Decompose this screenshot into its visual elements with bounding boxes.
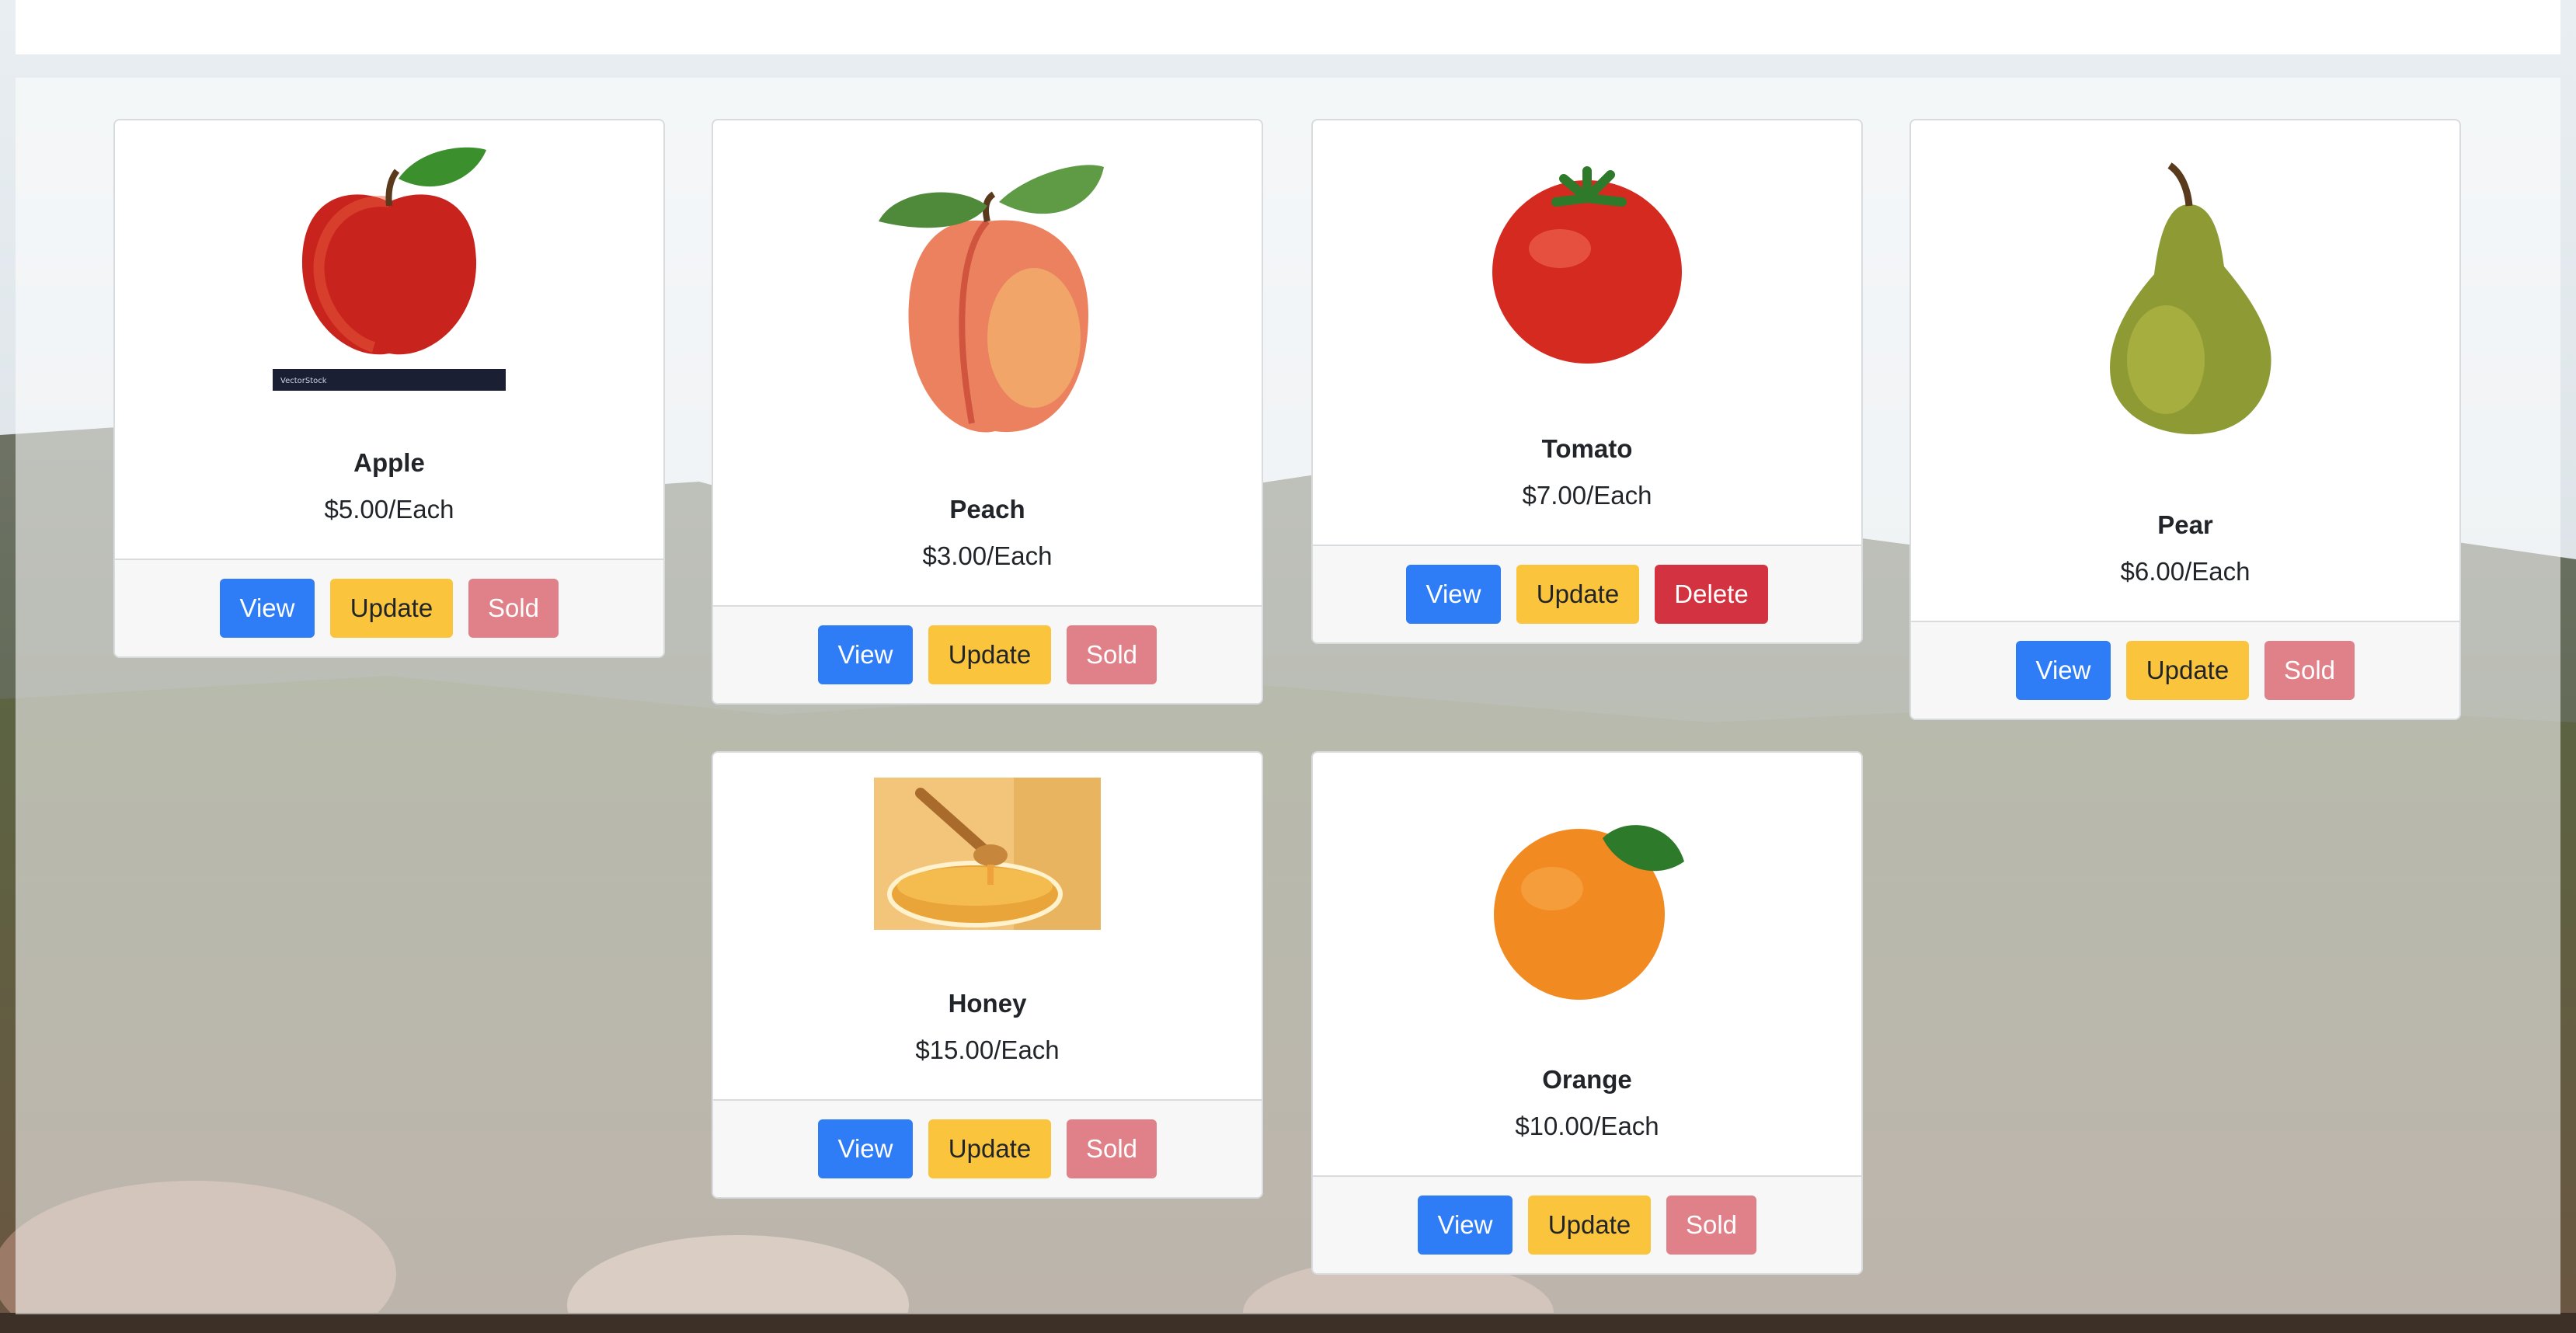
orange-image [1494, 825, 1684, 1000]
pear-image [2110, 162, 2271, 435]
product-card: Peach $3.00/Each View Update Sold [712, 119, 1263, 705]
product-price: $15.00/Each [915, 1035, 1060, 1064]
card-body: VectorStock Apple $5.00/Each [115, 120, 663, 560]
update-button[interactable]: Update [928, 625, 1051, 684]
view-button[interactable]: View [1418, 1196, 1513, 1255]
update-button[interactable]: Update [330, 579, 453, 638]
delete-button[interactable]: Delete [1655, 565, 1768, 624]
view-button[interactable]: View [1406, 565, 1501, 624]
card-body: Orange $10.00/Each [1313, 753, 1861, 1177]
product-price: $5.00/Each [324, 495, 454, 524]
update-button[interactable]: Update [928, 1119, 1051, 1178]
sold-button[interactable]: Sold [1666, 1196, 1756, 1255]
card-body: Peach $3.00/Each [713, 120, 1262, 607]
svg-text:VectorStock: VectorStock [280, 377, 327, 385]
update-button[interactable]: Update [1528, 1196, 1651, 1255]
sold-button[interactable]: Sold [1067, 1119, 1157, 1178]
apple-image: VectorStock [273, 147, 506, 391]
card-body: Honey $15.00/Each [713, 753, 1262, 1101]
card-footer: View Update Sold [713, 1099, 1262, 1197]
product-card: Orange $10.00/Each View Update Sold [1311, 751, 1863, 1275]
product-name: Honey [948, 989, 1027, 1018]
top-navbar [16, 0, 2560, 54]
update-button[interactable]: Update [1516, 565, 1639, 624]
view-button[interactable]: View [818, 1119, 913, 1178]
product-name: Peach [949, 495, 1025, 524]
card-body: Pear $6.00/Each [1911, 120, 2459, 622]
product-name: Orange [1542, 1065, 1632, 1094]
honey-image [874, 778, 1101, 930]
product-card: VectorStock Apple $5.00/Each View Update… [113, 119, 665, 658]
card-body: Tomato $7.00/Each [1313, 120, 1861, 546]
product-name: Apple [353, 448, 425, 477]
view-button[interactable]: View [2016, 641, 2111, 700]
peach-image [879, 165, 1104, 433]
product-name: Pear [2157, 510, 2213, 539]
update-button[interactable]: Update [2126, 641, 2249, 700]
tomato-image [1492, 166, 1682, 364]
product-price: $10.00/Each [1515, 1112, 1659, 1140]
sold-button[interactable]: Sold [468, 579, 559, 638]
product-name: Tomato [1541, 434, 1633, 463]
card-footer: View Update Delete [1313, 545, 1861, 642]
product-price: $3.00/Each [922, 541, 1053, 570]
sold-button[interactable]: Sold [1067, 625, 1157, 684]
product-card: Honey $15.00/Each View Update Sold [712, 751, 1263, 1199]
product-price: $7.00/Each [1522, 481, 1652, 510]
card-footer: View Update Sold [713, 605, 1262, 703]
product-card: Tomato $7.00/Each View Update Delete [1311, 119, 1863, 644]
card-footer: View Update Sold [115, 559, 663, 656]
product-price: $6.00/Each [2120, 557, 2251, 586]
product-card: Pear $6.00/Each View Update Sold [1909, 119, 2461, 720]
sold-button[interactable]: Sold [2264, 641, 2355, 700]
view-button[interactable]: View [220, 579, 315, 638]
view-button[interactable]: View [818, 625, 913, 684]
card-footer: View Update Sold [1911, 621, 2459, 719]
card-footer: View Update Sold [1313, 1175, 1861, 1273]
